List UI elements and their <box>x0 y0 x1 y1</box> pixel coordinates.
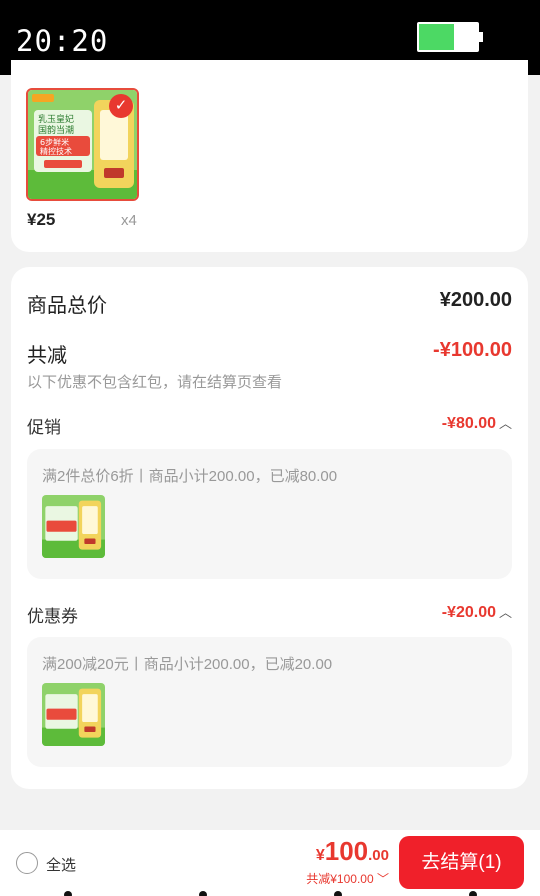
checkout-button[interactable]: 去结算(1) <box>399 836 524 889</box>
svg-text:乳玉皇妃: 乳玉皇妃 <box>38 113 74 125</box>
status-time: 20:20 <box>16 24 109 58</box>
svg-text:国韵当潮: 国韵当潮 <box>38 124 74 136</box>
promotion-label: 促销 <box>27 418 61 437</box>
promotion-detail: 满2件总价6折丨商品小计200.00，已减80.00 <box>27 449 512 579</box>
discount-note: 以下优惠不包含红包，请在结算页查看 <box>27 374 283 391</box>
total-discount-label: 共减 <box>27 345 67 367</box>
promotion-product-thumb <box>42 495 105 558</box>
checkout-saved[interactable]: 共减¥100.00 ﹀ <box>306 870 389 887</box>
chevron-up-icon[interactable]: ︿ <box>499 605 512 620</box>
chevron-up-icon[interactable]: ︿ <box>499 416 512 431</box>
select-all-radio[interactable] <box>16 852 38 874</box>
total-discount-value: -¥100.00 <box>433 339 512 361</box>
battery-fill <box>419 24 454 50</box>
coupon-detail: 满200减20元丨商品小计200.00，已减20.00 <box>27 637 512 767</box>
product-card: 乳玉皇妃 国韵当潮 6步鲜米 精控技术 ✓ ¥25 x4 <box>11 60 528 252</box>
check-icon[interactable]: ✓ <box>109 94 133 118</box>
checkout-total: ¥100.00 <box>315 836 389 866</box>
product-quantity: x4 <box>121 212 137 229</box>
battery-icon <box>417 22 483 52</box>
coupon-product-thumb <box>42 683 105 746</box>
chevron-down-icon[interactable]: ﹀ <box>377 872 389 886</box>
checkout-bar: 全选 ¥100.00 共减¥100.00 ﹀ 去结算(1) <box>0 830 540 896</box>
svg-text:6步鲜米: 6步鲜米 <box>40 137 69 147</box>
product-image[interactable]: 乳玉皇妃 国韵当潮 6步鲜米 精控技术 ✓ <box>26 88 139 201</box>
price-summary-card: 商品总价 ¥200.00 共减 -¥100.00 以下优惠不包含红包，请在结算页… <box>11 267 528 789</box>
coupon-label: 优惠券 <box>27 607 78 626</box>
coupon-description: 满200减20元丨商品小计200.00，已减20.00 <box>42 656 333 673</box>
svg-text:精控技术: 精控技术 <box>40 146 72 156</box>
promotion-description: 满2件总价6折丨商品小计200.00，已减80.00 <box>42 468 338 485</box>
total-price-label: 商品总价 <box>27 295 107 317</box>
total-price-value: ¥200.00 <box>439 289 512 311</box>
coupon-value[interactable]: -¥20.00 ︿ <box>442 602 512 622</box>
product-price: ¥25 <box>27 210 56 229</box>
select-all-label[interactable]: 全选 <box>46 854 76 875</box>
promotion-value[interactable]: -¥80.00 ︿ <box>442 413 512 433</box>
